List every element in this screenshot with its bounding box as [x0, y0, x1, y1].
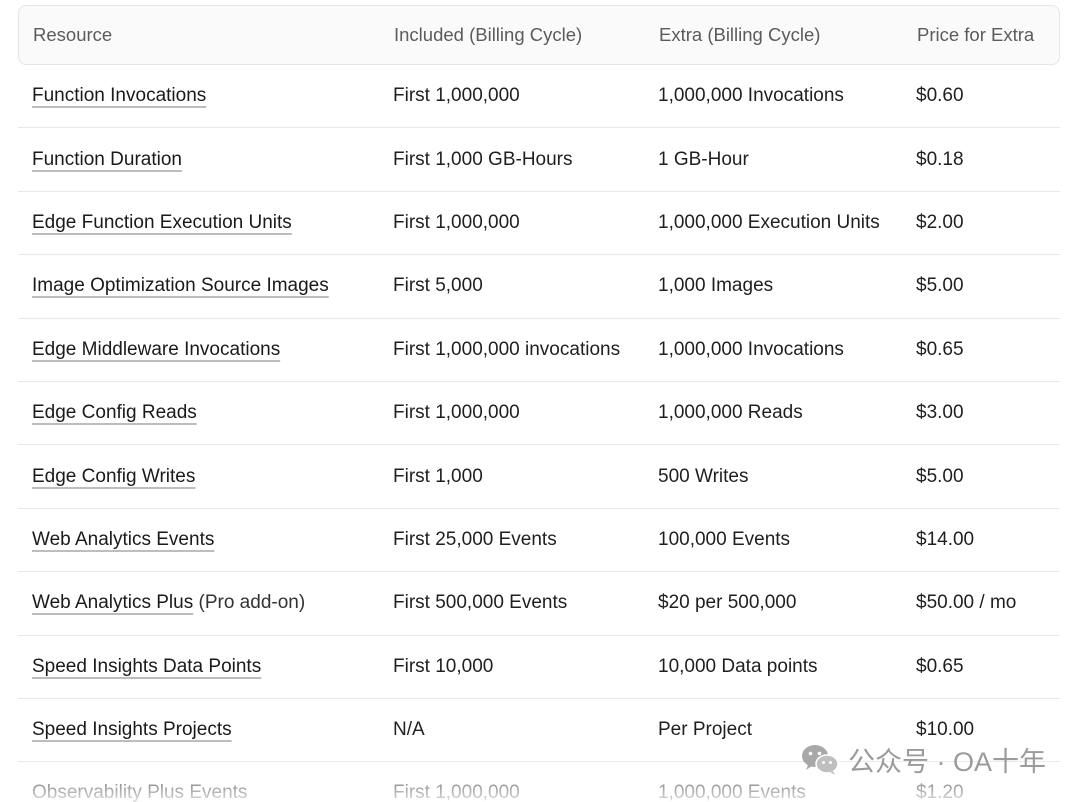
pricing-table: Resource Included (Billing Cycle) Extra … [18, 5, 1060, 802]
resource-cell: Web Analytics Events [18, 529, 380, 551]
watermark-text: 公众号 · OA十年 [847, 747, 1046, 777]
resource-link[interactable]: Function Invocations [32, 85, 206, 106]
resource-cell: Image Optimization Source Images [18, 275, 380, 297]
extra-cell: 1,000,000 Reads [658, 402, 803, 424]
included-cell: First 500,000 Events [393, 592, 568, 614]
included-cell: First 1,000,000 [393, 85, 520, 107]
included-cell: First 1,000 GB-Hours [393, 148, 573, 170]
extra-cell: 1,000,000 Invocations [658, 338, 844, 360]
resource-link[interactable]: Web Analytics Events [32, 529, 214, 550]
resource-cell: Speed Insights Data Points [18, 656, 380, 678]
table-row: Function Duration First 1,000 GB-Hours 1 G… [18, 128, 1060, 192]
table-body: Function Invocations First 1,000,000 1,000… [18, 65, 1060, 802]
wechat-icon [801, 744, 839, 775]
included-cell: First 5,000 [393, 275, 483, 297]
table-row: Edge Config Writes First 1,000 500 Writes $… [18, 445, 1060, 509]
price-cell: $0.65 [916, 655, 964, 677]
resource-cell: Edge Middleware Invocations [18, 339, 380, 361]
resource-link[interactable]: Edge Function Execution Units [32, 212, 292, 233]
extra-cell: Per Project [658, 719, 752, 741]
price-cell: $10.00 [916, 719, 975, 741]
resource-link[interactable]: Function Duration [32, 149, 182, 170]
resource-link[interactable]: Speed Insights Data Points [32, 656, 261, 677]
header-resource: Resource [33, 24, 113, 45]
price-cell: $5.00 [916, 465, 964, 487]
price-cell: $0.60 [916, 85, 964, 107]
included-cell: N/A [393, 719, 425, 741]
price-cell: $50.00 / mo [916, 592, 1017, 614]
resource-cell: Function Invocations [18, 85, 380, 107]
resource-link[interactable]: Speed Insights Projects [32, 719, 232, 740]
resource-link[interactable]: Edge Config Writes [32, 466, 195, 487]
included-cell: First 1,000,000 [393, 402, 520, 424]
table-row: Edge Middleware Invocations First 1,000,0… [18, 319, 1060, 382]
table-row: Speed Insights Data Points First 10,000 10… [18, 636, 1060, 699]
price-cell: $2.00 [916, 211, 964, 233]
included-cell: First 1,000 [393, 465, 483, 487]
extra-cell: 1 GB-Hour [658, 148, 749, 170]
table-row: Web Analytics Events First 25,000 Events 1… [18, 509, 1060, 573]
header-included: Included (Billing Cycle) [394, 24, 583, 45]
table-header-row: Resource Included (Billing Cycle) Extra … [18, 5, 1060, 65]
pricing-page: Resource Included (Billing Cycle) Extra … [0, 0, 1080, 802]
table-row: Function Invocations First 1,000,000 1,000… [18, 65, 1060, 129]
watermark: 公众号 · OA十年 [800, 740, 1046, 779]
resource-link[interactable]: Web Analytics Plus [32, 592, 193, 613]
table-row: Web Analytics Plus (Pro add-on) First 500… [18, 572, 1060, 636]
price-cell: $3.00 [916, 402, 964, 424]
extra-cell: 1,000,000 Execution Units [658, 211, 880, 233]
extra-cell: 1,000,000 Invocations [658, 85, 844, 107]
price-cell: $0.18 [916, 148, 964, 170]
resource-cell: Edge Config Reads [18, 402, 380, 424]
resource-link[interactable]: Edge Middleware Invocations [32, 339, 280, 360]
resource-cell: Observability Plus Events [18, 782, 380, 802]
table-row: Image Optimization Source Images First 5,… [18, 255, 1060, 319]
header-price: Price for Extra [917, 24, 1035, 45]
extra-cell: 1,000 Images [658, 275, 774, 297]
table-row: Edge Config Reads First 1,000,000 1,000,00… [18, 382, 1060, 446]
resource-link[interactable]: Image Optimization Source Images [32, 275, 329, 296]
price-cell: $1.20 [916, 782, 964, 802]
resource-link[interactable]: Edge Config Reads [32, 402, 197, 423]
extra-cell: 10,000 Data points [658, 655, 818, 677]
included-cell: First 25,000 Events [393, 528, 557, 550]
resource-cell: Edge Config Writes [18, 466, 380, 488]
price-cell: $0.65 [916, 338, 964, 360]
resource-cell: Edge Function Execution Units [18, 212, 380, 234]
resource-cell: Speed Insights Projects [18, 719, 380, 741]
resource-suffix: (Pro add-on) [193, 592, 306, 614]
extra-cell: 500 Writes [658, 465, 749, 487]
included-cell: First 1,000,000 [393, 211, 520, 233]
included-cell: First 1,000,000 invocations [393, 338, 621, 360]
resource-link[interactable]: Observability Plus Events [32, 782, 247, 802]
extra-cell: 100,000 Events [658, 528, 791, 550]
header-extra: Extra (Billing Cycle) [659, 24, 821, 45]
price-cell: $14.00 [916, 528, 975, 550]
included-cell: First 1,000,000 [393, 782, 520, 802]
included-cell: First 10,000 [393, 655, 494, 677]
resource-cell: Web Analytics Plus (Pro add-on) [18, 592, 380, 614]
resource-cell: Function Duration [18, 149, 380, 171]
table-row: Edge Function Execution Units First 1,000… [18, 192, 1060, 256]
extra-cell: 1,000,000 Events [658, 782, 806, 802]
price-cell: $5.00 [916, 275, 964, 297]
extra-cell: $20 per 500,000 [658, 592, 797, 614]
